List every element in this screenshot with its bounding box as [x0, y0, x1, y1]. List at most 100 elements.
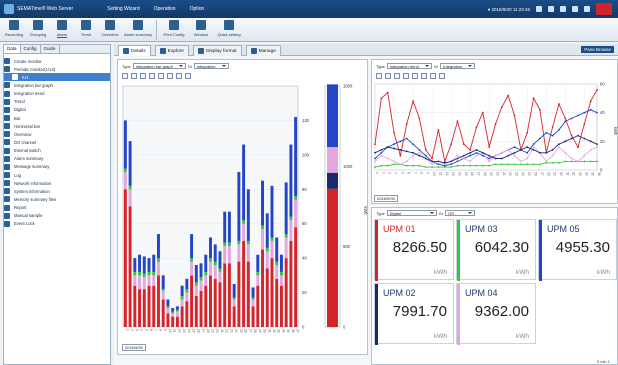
tab-details[interactable]: Details	[118, 45, 151, 56]
zoom-in-icon[interactable]	[122, 73, 128, 79]
sidebar-tab-guide[interactable]: Guide	[41, 45, 60, 53]
tab-display-format[interactable]: Display format	[192, 45, 242, 56]
bar-segment	[256, 285, 260, 327]
trend-data-point	[418, 117, 421, 120]
zoom-in-icon[interactable]	[376, 73, 382, 79]
tab-explore[interactable]: Explore	[154, 45, 189, 56]
sound-icon[interactable]	[548, 6, 554, 12]
sidebar-item[interactable]: Memory summary files	[4, 195, 110, 203]
bar-segment	[213, 278, 217, 327]
tab-manage[interactable]: Manage	[245, 45, 281, 56]
digital-sub-select[interactable]: GR	[445, 210, 476, 216]
grouping-button[interactable]: Grouping	[28, 18, 48, 37]
digital-type-label: Type	[376, 210, 385, 216]
bar-sub-select[interactable]: Integration	[193, 63, 229, 69]
bar-sub-label: Di	[187, 63, 192, 69]
sidebar-item[interactable]: Network information	[4, 179, 110, 187]
sidebar-item[interactable]: Create monitor	[4, 57, 110, 65]
sidebar-tab-data[interactable]: Data	[4, 45, 21, 53]
trend-data-point	[399, 149, 402, 151]
chevron-down-icon	[178, 65, 183, 67]
print-chart-icon[interactable]	[185, 73, 191, 79]
bar-segment	[199, 280, 203, 291]
zoom-out-icon[interactable]	[385, 73, 391, 79]
zoom-out-icon[interactable]	[131, 73, 137, 79]
fit-icon[interactable]	[140, 73, 146, 79]
menu-setting-wizard[interactable]: Setting Wizard	[107, 6, 140, 12]
prev-icon[interactable]	[158, 73, 164, 79]
sidebar-item[interactable]: Alarm summary	[4, 155, 110, 163]
alarm-summary-button[interactable]: Alarm summary	[124, 18, 152, 37]
sidebar-item[interactable]: Internal switch	[4, 147, 110, 155]
close-button[interactable]	[596, 3, 612, 15]
user-icon[interactable]	[536, 6, 542, 12]
trend-data-point	[526, 151, 529, 154]
fit-icon[interactable]	[394, 73, 400, 79]
trend-data-point	[386, 146, 389, 148]
trend-x-tick-label: 34	[584, 172, 588, 176]
sidebar-item[interactable]: Integration trend	[4, 90, 110, 98]
meter-name: UPM 02	[383, 288, 416, 298]
recording-button[interactable]: Recording	[4, 18, 24, 37]
sidebar-tab-config[interactable]: Config	[21, 45, 41, 53]
print-config-button[interactable]: Print Config	[161, 18, 187, 37]
status-bar: 5 min 1	[597, 359, 610, 364]
pane-browse-button[interactable]: Pane Browse	[581, 46, 614, 53]
sidebar-item[interactable]: DO channel	[4, 138, 110, 146]
sidebar-item[interactable]: Manual sample	[4, 212, 110, 220]
sidebar-item[interactable]: Log	[4, 171, 110, 179]
help-icon[interactable]	[584, 6, 590, 12]
settings-icon[interactable]	[572, 6, 578, 12]
sidebar-item[interactable]: Horizontal bar	[4, 122, 110, 130]
navigation-tree: Create monitor Periodic monitor(1/13) IU1 I…	[4, 54, 110, 228]
menu-option[interactable]: Option	[190, 6, 205, 12]
digital-type-select[interactable]: Digital	[386, 210, 437, 216]
next-icon[interactable]	[167, 73, 173, 79]
bar-segment	[237, 244, 241, 262]
trend-sub-select[interactable]: Integration	[440, 63, 476, 69]
sidebar-item[interactable]: Trend	[4, 98, 110, 106]
cursor-icon[interactable]	[403, 73, 409, 79]
bar-segment	[152, 254, 156, 272]
meter-unit: kWh	[516, 333, 529, 340]
trend-data-point	[450, 160, 453, 163]
lock-icon[interactable]	[560, 6, 566, 12]
sidebar-item[interactable]: Integration bar graph	[4, 81, 110, 89]
prev-icon[interactable]	[412, 73, 418, 79]
calendar-icon[interactable]	[176, 73, 182, 79]
sidebar-item[interactable]: Bar	[4, 114, 110, 122]
meter-name: UPM 01	[383, 224, 416, 234]
menu-operation[interactable]: Operation	[154, 6, 176, 12]
sidebar-item[interactable]: System information	[4, 187, 110, 195]
trend-data-point	[564, 120, 567, 123]
sidebar-item[interactable]: Overview	[4, 130, 110, 138]
meter-unit: kWh	[597, 269, 610, 276]
sidebar-item[interactable]: Event Lock	[4, 220, 110, 228]
trend-data-point	[507, 163, 510, 166]
chevron-down-icon	[468, 65, 473, 67]
print-chart-icon[interactable]	[439, 73, 445, 79]
window-button[interactable]: Window	[191, 18, 211, 37]
overview-button[interactable]: Overview	[100, 18, 120, 37]
tree-node-icon	[4, 98, 10, 105]
meter-color-bar	[375, 220, 378, 281]
overview-icon	[105, 20, 115, 30]
chevron-down-icon	[468, 212, 473, 214]
bar-type-select[interactable]: Integration bar graph	[132, 63, 186, 69]
quick-setting-button[interactable]: Quick setting	[215, 18, 243, 37]
alarm-button[interactable]: Alarm	[52, 18, 72, 38]
cursor-icon[interactable]	[149, 73, 155, 79]
trend-data-point	[418, 151, 421, 154]
trend-button[interactable]: Trend	[76, 18, 96, 37]
trend-type-select[interactable]: Integration trend	[386, 63, 432, 69]
sidebar-item[interactable]: IU1	[4, 73, 110, 82]
sidebar-item[interactable]: Report	[4, 204, 110, 212]
sidebar-item[interactable]: Digital	[4, 106, 110, 114]
next-icon[interactable]	[421, 73, 427, 79]
sidebar-item[interactable]: Periodic monitor(1/13)	[4, 65, 110, 73]
bar-toolbar	[122, 73, 191, 79]
calendar-icon[interactable]	[430, 73, 436, 79]
trend-data-point	[374, 143, 376, 146]
sidebar-item[interactable]: Message summary	[4, 163, 110, 171]
bar-segment	[138, 254, 142, 272]
